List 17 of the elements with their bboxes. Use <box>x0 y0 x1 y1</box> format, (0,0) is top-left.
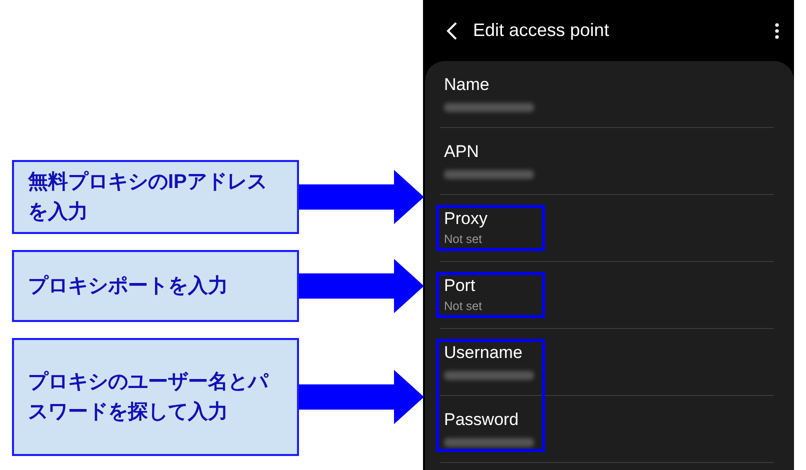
arrow-icon <box>298 258 424 314</box>
field-label[interactable]: Name <box>444 75 490 95</box>
callout-note: プロキシのユーザー名とパスワードを探して入力 <box>12 338 299 456</box>
field-label[interactable]: Username <box>444 343 522 363</box>
callout-note: プロキシポートを入力 <box>12 250 299 322</box>
callout-note: 無料プロキシのIPアドレスを入力 <box>12 160 299 234</box>
field-label[interactable]: APN <box>444 142 479 162</box>
back-icon[interactable] <box>445 22 459 40</box>
screen-title: Edit access point <box>473 20 610 41</box>
field-label[interactable]: Proxy <box>444 209 488 229</box>
field-label[interactable]: Port <box>444 276 476 296</box>
field-label[interactable]: Password <box>444 410 519 430</box>
more-options-icon[interactable] <box>774 22 780 38</box>
field-value: Not set <box>444 298 484 314</box>
arrow-icon <box>298 169 424 225</box>
field-value: Not set <box>444 231 484 247</box>
arrow-icon <box>298 369 424 425</box>
